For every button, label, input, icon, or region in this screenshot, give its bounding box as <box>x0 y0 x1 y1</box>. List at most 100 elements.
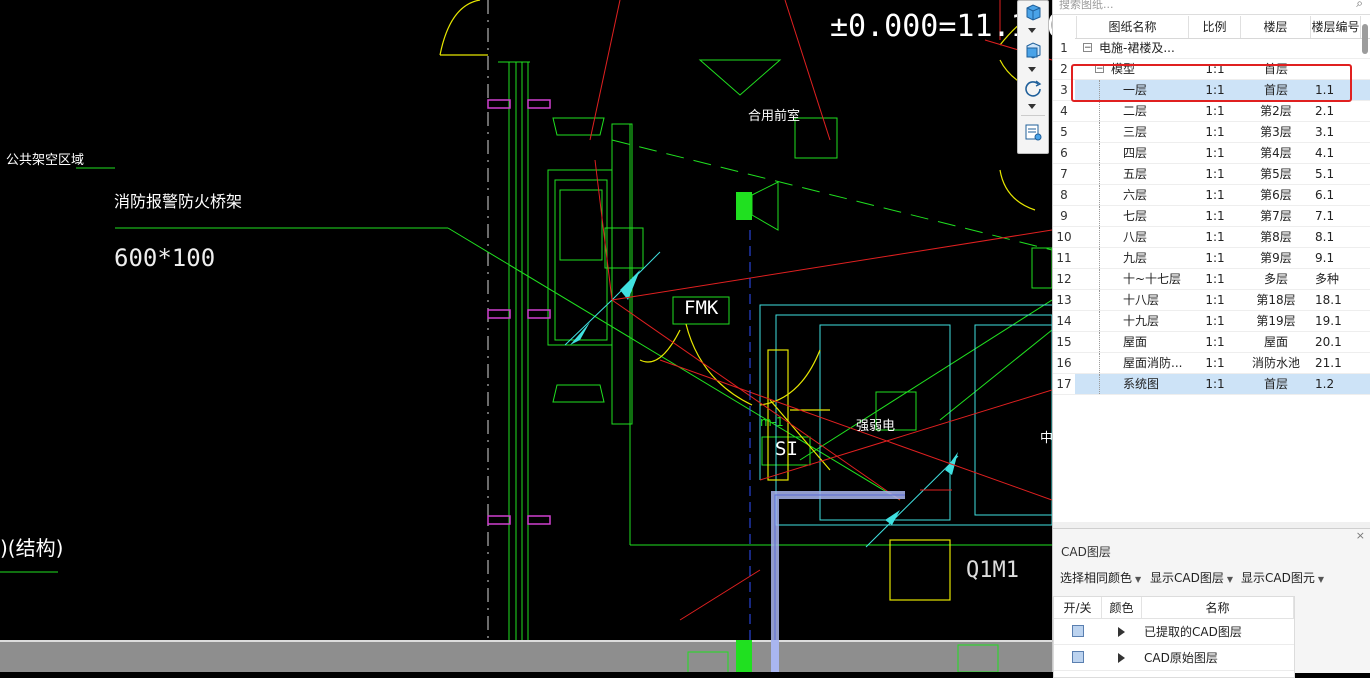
row-scale: 1:1 <box>1205 335 1225 349</box>
row-index: 16 <box>1053 353 1075 373</box>
cube-top-icon[interactable] <box>1021 1 1045 23</box>
drawing-row[interactable]: 17 系统图 1:1 首层 1.2 <box>1053 374 1370 395</box>
header-code[interactable]: 楼层编号 <box>1311 16 1361 38</box>
row-floor: 屋面 <box>1263 335 1288 349</box>
row-name: 二层 <box>1077 101 1189 121</box>
row-scale: 1:1 <box>1205 125 1225 139</box>
row-index: 11 <box>1053 248 1075 268</box>
cube-front-icon[interactable] <box>1021 39 1045 61</box>
edge-char: 中 <box>1040 431 1052 446</box>
chevron-down-icon: ▼ <box>1226 575 1233 584</box>
layer-table: 开/关 颜色 名称 已提取的CAD图层 CAD原始图层 <box>1053 596 1295 678</box>
row-name: 一层 <box>1077 80 1189 100</box>
collapse-toggle-icon[interactable]: − <box>1083 43 1092 53</box>
header-toggle: 开/关 <box>1054 597 1102 619</box>
drawing-row[interactable]: 6 四层 1:1 第4层 4.1 <box>1053 143 1370 164</box>
select-same-color-dropdown[interactable]: 选择相同颜色 ▼ <box>1060 569 1141 586</box>
row-name: 十~十七层 <box>1077 269 1189 289</box>
tree-line <box>1099 164 1100 184</box>
row-code: 2.1 <box>1315 104 1335 118</box>
row-code: 21.1 <box>1315 356 1342 370</box>
row-floor: 第8层 <box>1260 230 1292 244</box>
expand-arrow-icon[interactable] <box>1118 627 1125 637</box>
row-code <box>1311 59 1365 79</box>
row-floor: 第18层 <box>1256 293 1296 307</box>
header-color: 颜色 <box>1102 597 1142 619</box>
layer-name: CAD原始图层 <box>1144 651 1218 665</box>
row-floor: 消防水池 <box>1251 356 1300 370</box>
drawing-row[interactable]: 7 五层 1:1 第5层 5.1 <box>1053 164 1370 185</box>
chevron-down-icon[interactable] <box>1028 28 1036 33</box>
row-index: 4 <box>1053 101 1075 121</box>
vertical-scrollbar[interactable] <box>1361 18 1369 518</box>
collapse-toggle-icon[interactable]: − <box>1095 64 1104 74</box>
row-code: 6.1 <box>1315 188 1335 202</box>
drawing-row[interactable]: 15 屋面 1:1 屋面 20.1 <box>1053 332 1370 353</box>
drawing-row[interactable]: 9 七层 1:1 第7层 7.1 <box>1053 206 1370 227</box>
drawing-row[interactable]: 4 二层 1:1 第2层 2.1 <box>1053 101 1370 122</box>
row-floor: 第7层 <box>1260 209 1292 223</box>
drawing-row[interactable]: 13 十八层 1:1 第18层 18.1 <box>1053 290 1370 311</box>
header-floor[interactable]: 楼层 <box>1241 16 1311 38</box>
tree-line <box>1099 332 1100 352</box>
drawing-table-header: 图纸名称 比例 楼层 楼层编号 <box>1053 16 1370 39</box>
drawing-row[interactable]: 11 九层 1:1 第9层 9.1 <box>1053 248 1370 269</box>
close-icon[interactable]: × <box>1356 529 1365 542</box>
row-index: 15 <box>1053 332 1075 352</box>
row-scale: 1:1 <box>1205 167 1225 181</box>
drawing-row[interactable]: 2− 模型 1:1 首层 <box>1053 59 1370 80</box>
drawing-row[interactable]: 3 一层 1:1 首层 1.1 <box>1053 80 1370 101</box>
chevron-down-icon[interactable] <box>1028 67 1036 72</box>
drawing-row[interactable]: 8 六层 1:1 第6层 6.1 <box>1053 185 1370 206</box>
rotate-icon[interactable] <box>1021 77 1045 99</box>
canvas-bottom-bar <box>0 640 1052 672</box>
drawing-name: 五层 <box>1123 167 1148 181</box>
search-bar[interactable]: 搜索图纸... ⌕ <box>1053 0 1370 15</box>
row-index: 12 <box>1053 269 1075 289</box>
row-code: 1.2 <box>1315 377 1335 391</box>
right-panel: 搜索图纸... ⌕ 图纸名称 比例 楼层 楼层编号 1− 电施-裙楼及... 2− 模… <box>1052 0 1370 678</box>
row-name: − 模型 <box>1077 59 1189 79</box>
row-index: 17 <box>1053 374 1075 394</box>
scrollbar-thumb[interactable] <box>1362 24 1368 54</box>
row-code: 18.1 <box>1315 293 1342 307</box>
chevron-down-icon[interactable] <box>1028 104 1036 109</box>
layer-view-icon[interactable] <box>1021 121 1045 143</box>
drawing-row[interactable]: 14 十九层 1:1 第19层 19.1 <box>1053 311 1370 332</box>
row-index: 14 <box>1053 311 1075 331</box>
chevron-down-icon: ▼ <box>1317 575 1324 584</box>
layer-toggle-checkbox[interactable] <box>1072 651 1084 663</box>
drawing-name: 二层 <box>1123 104 1148 118</box>
drawing-row[interactable]: 12 十~十七层 1:1 多层 多种 <box>1053 269 1370 290</box>
drawing-row[interactable]: 16 屋面消防... 1:1 消防水池 21.1 <box>1053 353 1370 374</box>
row-scale: 1:1 <box>1205 293 1225 307</box>
layer-row[interactable]: 已提取的CAD图层 <box>1054 619 1294 645</box>
drawing-row[interactable]: 10 八层 1:1 第8层 8.1 <box>1053 227 1370 248</box>
drawing-row[interactable]: 5 三层 1:1 第3层 3.1 <box>1053 122 1370 143</box>
row-code: 9.1 <box>1315 251 1335 265</box>
tree-line <box>1099 143 1100 163</box>
drawing-name: 十八层 <box>1123 293 1160 307</box>
layer-toggle-checkbox[interactable] <box>1072 625 1084 637</box>
search-input[interactable]: 搜索图纸... <box>1059 0 1114 12</box>
row-scale: 1:1 <box>1205 209 1225 223</box>
layer-toolbar: 选择相同颜色 ▼ 显示CAD图层 ▼ 显示CAD图元 ▼ <box>1053 565 1370 589</box>
row-floor: 首层 <box>1263 62 1288 76</box>
header-scale[interactable]: 比例 <box>1189 16 1241 38</box>
drawing-row[interactable]: 1− 电施-裙楼及... <box>1053 38 1370 59</box>
show-cad-layer-dropdown[interactable]: 显示CAD图层 ▼ <box>1150 569 1233 586</box>
layer-row[interactable]: CAD原始图层 <box>1054 645 1294 671</box>
tree-line <box>1099 269 1100 289</box>
row-scale: 1:1 <box>1205 314 1225 328</box>
bridge-size-label: 600*100 <box>114 244 216 272</box>
layer-name: 已提取的CAD图层 <box>1144 625 1242 639</box>
show-cad-element-dropdown[interactable]: 显示CAD图元 ▼ <box>1241 569 1324 586</box>
drawing-name: 屋面消防... <box>1123 356 1183 370</box>
cad-canvas[interactable]: ±0.000=11.100 公共架空区域 消防报警防火桥架 600*100 )(… <box>0 0 1052 672</box>
search-icon[interactable]: ⌕ <box>1356 0 1363 11</box>
tree-line <box>1099 227 1100 247</box>
row-code: 3.1 <box>1315 125 1335 139</box>
row-name: 屋面 <box>1077 332 1189 352</box>
expand-arrow-icon[interactable] <box>1118 653 1125 663</box>
header-name[interactable]: 图纸名称 <box>1077 16 1189 38</box>
